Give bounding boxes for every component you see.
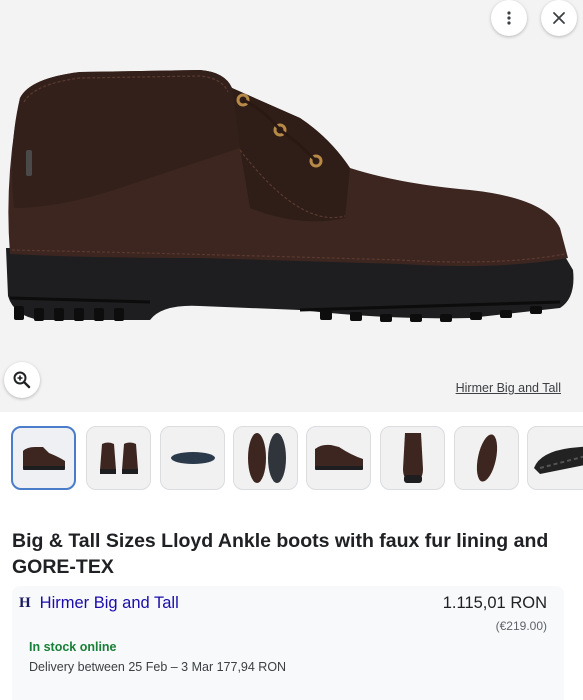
boot-top-thumb: [476, 434, 497, 482]
image-source-link[interactable]: Hirmer Big and Tall: [456, 381, 561, 395]
more-options-button[interactable]: [491, 0, 527, 36]
product-main-image[interactable]: [0, 58, 583, 333]
boot-sole-thumb: [170, 452, 215, 464]
thumbnail-5[interactable]: [306, 426, 371, 490]
product-title: Big & Tall Sizes Lloyd Ankle boots with …: [12, 530, 549, 578]
close-icon: [553, 12, 565, 24]
original-currency-price: (€219.00): [495, 619, 547, 633]
thumbnail-6[interactable]: [380, 426, 445, 490]
zoom-in-icon: [13, 371, 31, 389]
merchant-link[interactable]: H Hirmer Big and Tall: [19, 594, 179, 613]
delivery-info: Delivery between 25 Feb – 3 Mar 177,94 R…: [29, 660, 287, 674]
price: 1.115,01 RON: [442, 594, 547, 612]
thumbnail-8[interactable]: [527, 426, 583, 490]
more-vert-icon: [507, 11, 511, 25]
zoom-button[interactable]: [4, 362, 40, 398]
boot-back-pair-thumb: [99, 442, 138, 474]
boot-side-thumb: [22, 447, 65, 470]
thumbnail-4[interactable]: [233, 426, 298, 490]
boot-front-thumb: [402, 433, 423, 483]
thumbnail-2[interactable]: [86, 426, 151, 490]
thumbnail-strip: [0, 424, 583, 496]
thumbnail-1[interactable]: [11, 426, 76, 490]
thumbnail-3[interactable]: [160, 426, 225, 490]
boot-angle-thumb: [314, 444, 363, 470]
product-image-viewer: Hirmer Big and Tall: [0, 0, 583, 412]
close-button[interactable]: [541, 0, 577, 36]
stock-status: In stock online: [29, 640, 117, 654]
merchant-logo: H: [19, 595, 31, 611]
boot-outsole-thumb: [533, 446, 583, 474]
merchant-name: Hirmer Big and Tall: [39, 594, 179, 612]
boot-top-pair-thumb: [247, 433, 286, 483]
thumbnail-7[interactable]: [454, 426, 519, 490]
